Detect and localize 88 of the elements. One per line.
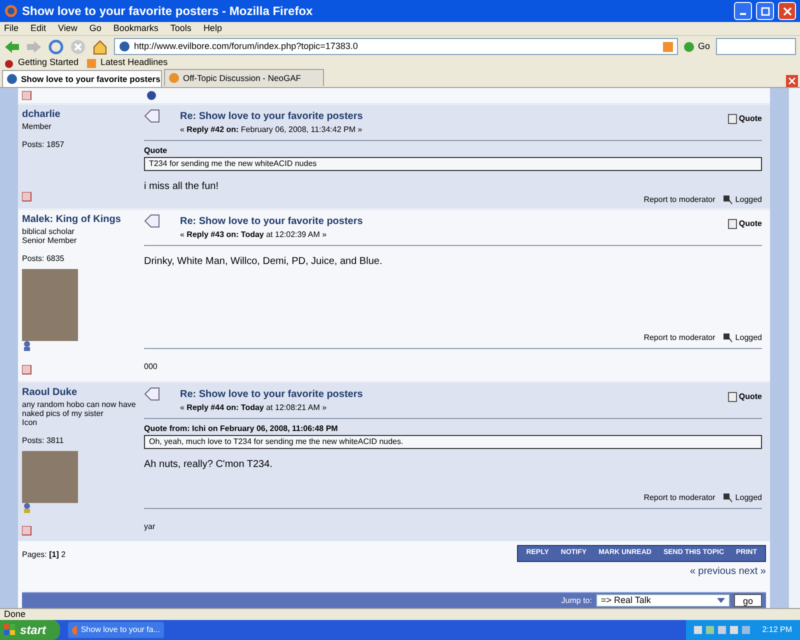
quote-header: Quote (144, 145, 168, 157)
browser-tab[interactable]: Off-Topic Discussion - NeoGAF (164, 69, 324, 86)
close-icon (782, 6, 792, 16)
report-link[interactable]: Report to moderator (644, 492, 716, 504)
quote-icon (728, 219, 737, 229)
signature-text: yar (144, 522, 156, 531)
user-icon (22, 341, 32, 352)
home-icon[interactable] (92, 38, 108, 54)
close-tab-icon[interactable] (786, 75, 798, 87)
report-link[interactable]: Report to moderator (644, 194, 716, 206)
reply-info: « Reply #43 on: Today at 12:02:39 AM » (180, 229, 328, 241)
status-text: Done (4, 608, 26, 621)
go-button[interactable]: Go (684, 40, 710, 54)
post-body: Ah nuts, really? C'mon T234. (144, 458, 274, 472)
search-field[interactable] (716, 38, 796, 55)
previous-next-link[interactable]: « previous next » (690, 564, 766, 579)
post-icon (144, 214, 160, 228)
url-text: http://www.evilbore.com/forum/index.php?topic=17383.0 (134, 40, 359, 53)
post-body: i miss all the fun! (144, 180, 220, 194)
profile-icon (22, 91, 32, 100)
signature-text: 000 (144, 362, 158, 371)
bookmark-link[interactable]: Latest Headlines (86, 56, 168, 70)
dropdown-arrow-icon (716, 598, 725, 604)
quote-button[interactable]: Quote (728, 391, 762, 403)
quote-button[interactable]: Quote (728, 218, 762, 230)
member-title: biblical scholar (22, 226, 76, 236)
post-count: Posts: 3811 (22, 434, 65, 446)
jump-select[interactable]: => Real Talk (596, 594, 730, 607)
site-icon (7, 74, 17, 84)
maximize-icon (760, 6, 770, 16)
pagination: Pages: [1] 2 (22, 549, 66, 561)
menu-item[interactable]: Bookmarks (113, 22, 158, 36)
clock-text: 2:12 PM (762, 624, 792, 636)
author-name[interactable]: Raoul Duke (22, 387, 144, 400)
post-body: Drinky, White Man, Willco, Demi, PD, Juice, and Blue. (144, 255, 384, 269)
menu-item[interactable]: File (4, 22, 19, 36)
menu-item[interactable]: Go (89, 22, 102, 36)
post-icon (144, 387, 160, 401)
quote-text: Oh, yeah, much love to T234 for sending me the new whiteACID nudes. (144, 435, 762, 449)
author-name[interactable]: Malek: King of Kings (22, 214, 144, 226)
minimize-icon (740, 12, 746, 14)
browser-tab[interactable]: Show love to your favorite posters (2, 70, 162, 87)
profile-icon (22, 526, 32, 536)
quote-text: T234 for sending me the new whiteACID nudes (144, 157, 762, 171)
logged-label: Logged (723, 332, 762, 344)
site-icon (169, 73, 179, 83)
address-bar[interactable]: http://www.evilbore.com/forum/index.php?topic=17383.0 (114, 38, 678, 55)
window-title: Show love to your favorite posters - Mozilla Firefox (22, 3, 314, 20)
menu-item[interactable]: Edit (30, 22, 46, 36)
menu-item[interactable]: Help (203, 22, 222, 36)
close-button[interactable] (778, 2, 796, 20)
reply-info: « Reply #42 on: February 06, 2008, 11:34:42 PM » (180, 124, 364, 136)
quote-button[interactable]: Quote (728, 113, 762, 125)
windows-logo (4, 624, 16, 636)
quote-icon (728, 392, 737, 402)
jump-label: Jump to: (561, 594, 592, 606)
user-icon (22, 502, 32, 513)
quote-header: Quote from: Ichi on February 06, 2008, 11:06:48 PM (144, 423, 339, 435)
taskbar-button[interactable]: Show love to your fa... (68, 622, 164, 638)
member-title: Member (22, 122, 52, 130)
logged-label: Logged (723, 492, 762, 504)
member-title: Icon (22, 418, 38, 426)
profile-icon (22, 365, 32, 376)
scrollbar[interactable] (788, 88, 800, 608)
status-icon (147, 91, 156, 100)
post-subject[interactable]: Re: Show love to your favorite posters (180, 109, 708, 124)
reply-info: « Reply #44 on: Today at 12:08:21 AM » (180, 402, 328, 414)
post-count: Posts: 1857 (22, 138, 66, 150)
post-subject[interactable]: Re: Show love to your favorite posters (180, 387, 708, 402)
post-icon (144, 109, 160, 123)
maximize-button[interactable] (756, 2, 774, 20)
menu-item[interactable]: View (58, 22, 78, 36)
member-title: Senior Member (22, 236, 78, 244)
report-link[interactable]: Report to moderator (644, 332, 716, 344)
bookmark-link[interactable]: Getting Started (4, 56, 79, 70)
profile-icon (22, 192, 32, 202)
post-count: Posts: 6835 (22, 252, 66, 264)
menu-item[interactable]: Tools (170, 22, 192, 36)
start-button[interactable]: start (0, 620, 60, 640)
logged-label: Logged (723, 194, 762, 206)
post-subject[interactable]: Re: Show love to your favorite posters (180, 214, 708, 229)
bookmark-icon (4, 58, 14, 68)
back-arrow-icon[interactable] (4, 40, 20, 54)
minimize-button[interactable] (734, 2, 752, 20)
quote-icon (728, 114, 737, 124)
go-button[interactable]: go (734, 594, 762, 607)
member-title: any random hobo can now have naked pics of my sister (22, 400, 137, 418)
author-name[interactable]: dcharlie (22, 109, 144, 122)
